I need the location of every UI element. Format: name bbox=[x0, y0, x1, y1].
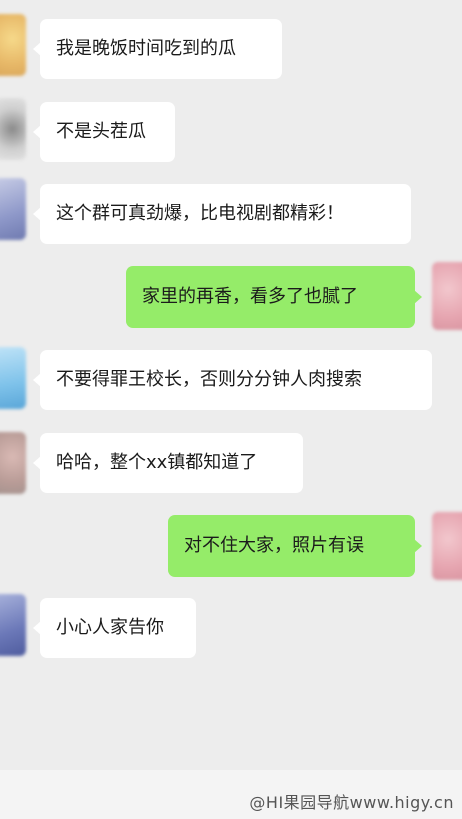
message-bubble-incoming[interactable]: 不是头茬瓜 bbox=[33, 102, 175, 162]
avatar[interactable] bbox=[0, 432, 26, 494]
avatar[interactable] bbox=[0, 594, 26, 656]
avatar[interactable] bbox=[432, 262, 462, 330]
message-bubble-outgoing[interactable]: 对不住大家，照片有误 bbox=[168, 515, 422, 577]
message-bubble-incoming[interactable]: 不要得罪王校长，否则分分钟人肉搜索 bbox=[33, 350, 432, 410]
message-text: 不要得罪王校长，否则分分钟人肉搜索 bbox=[56, 369, 362, 390]
avatar[interactable] bbox=[432, 512, 462, 580]
message-text: 对不住大家，照片有误 bbox=[184, 535, 364, 556]
message-text: 不是头茬瓜 bbox=[56, 121, 146, 142]
message-text: 家里的再香，看多了也腻了 bbox=[142, 286, 358, 307]
message-bubble-incoming[interactable]: 小心人家告你 bbox=[33, 598, 196, 658]
message-text: 我是晚饭时间吃到的瓜 bbox=[56, 38, 236, 59]
message-text: 小心人家告你 bbox=[56, 617, 164, 638]
watermark-text: @HI果园导航www.higy.cn bbox=[249, 793, 454, 812]
message-bubble-incoming[interactable]: 我是晚饭时间吃到的瓜 bbox=[33, 19, 282, 79]
avatar[interactable] bbox=[0, 14, 26, 76]
message-text: 这个群可真劲爆，比电视剧都精彩！ bbox=[56, 203, 344, 224]
avatar[interactable] bbox=[0, 347, 26, 409]
message-bubble-incoming[interactable]: 哈哈，整个xx镇都知道了 bbox=[33, 433, 303, 493]
message-bubble-incoming[interactable]: 这个群可真劲爆，比电视剧都精彩！ bbox=[33, 184, 411, 244]
chat-area: 我是晚饭时间吃到的瓜 不是头茬瓜 这个群可真劲爆，比电视剧都精彩！ 家里的再香，… bbox=[0, 0, 462, 770]
footer-strip: @HI果园导航www.higy.cn bbox=[0, 770, 462, 819]
avatar[interactable] bbox=[0, 178, 26, 240]
message-text: 哈哈，整个xx镇都知道了 bbox=[56, 452, 258, 473]
message-bubble-outgoing[interactable]: 家里的再香，看多了也腻了 bbox=[126, 266, 422, 328]
avatar[interactable] bbox=[0, 98, 26, 160]
